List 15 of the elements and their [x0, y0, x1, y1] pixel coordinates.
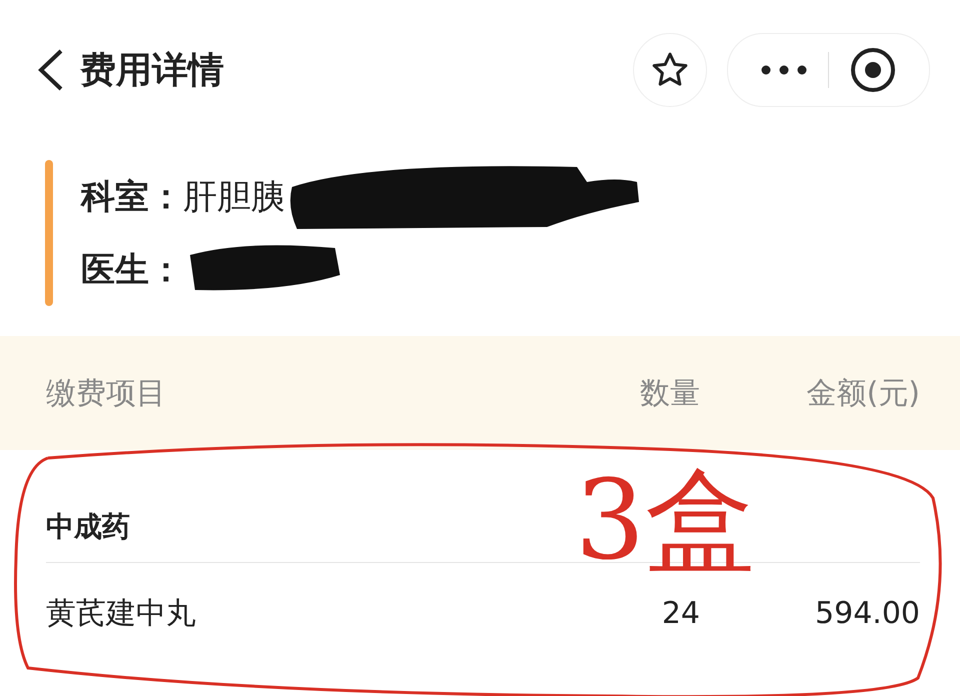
table-cell-text: 24: [660, 596, 700, 630]
more-icon: [761, 65, 807, 75]
column-header: 缴费项目: [46, 374, 167, 412]
favorite-button[interactable]: [633, 33, 707, 107]
column-header: 金额(元): [806, 374, 920, 412]
column-header: 数量: [639, 374, 700, 412]
table-cell-text: 黄芪建中丸: [46, 594, 197, 632]
table-cell-text: 594.00: [814, 596, 920, 630]
info-label: 医生：: [81, 248, 183, 292]
info-label: 科室：: [81, 176, 183, 218]
page-title: 费用详情: [80, 48, 224, 92]
info-value: 肝胆胰: [183, 176, 285, 218]
target-icon: [850, 47, 896, 93]
handwritten-note: 3盒: [575, 460, 755, 581]
group-title: 中成药: [46, 509, 130, 545]
